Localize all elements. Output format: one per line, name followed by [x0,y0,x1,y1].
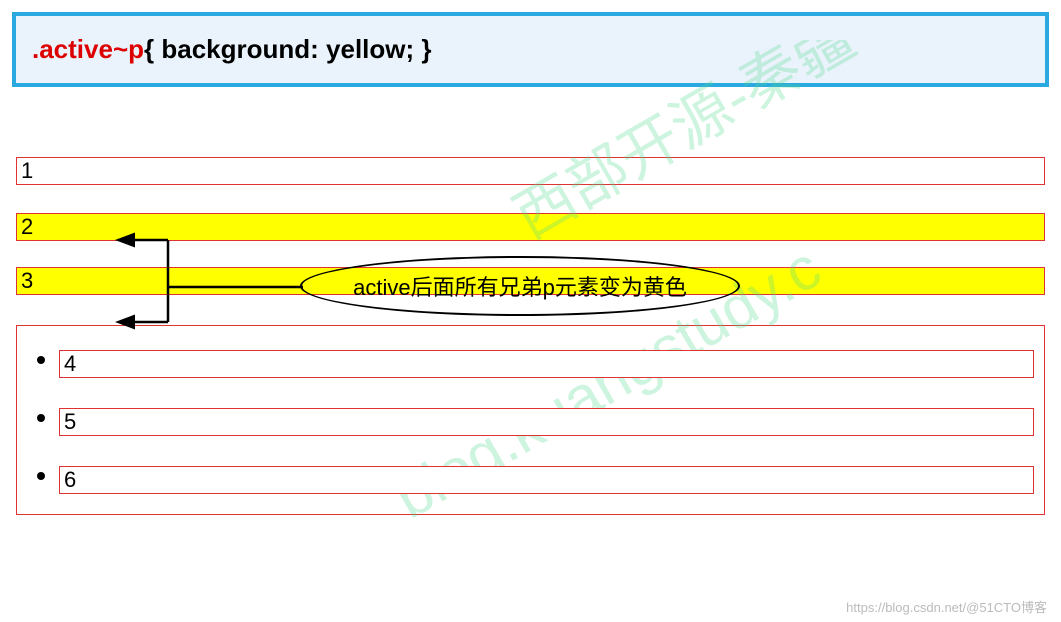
footer-watermark: https://blog.csdn.net/@51CTO博客 [846,597,1047,616]
bullet-icon [37,356,45,364]
bullet-icon [37,414,45,422]
annotation-text: active后面所有兄弟p元素变为黄色 [353,270,687,302]
list-item: 6 [59,466,1034,494]
bullet-icon [37,472,45,480]
css-declaration: { background: yellow; } [144,34,432,64]
list-paragraph-4: 4 [59,350,1034,378]
list-paragraph-6: 6 [59,466,1034,494]
css-code-box: .active~p{ background: yellow; } [12,12,1049,87]
annotation-bubble: active后面所有兄弟p元素变为黄色 [300,256,740,316]
list-container: 4 5 6 [16,325,1045,515]
list-item: 4 [59,350,1034,378]
css-selector: .active~p [32,34,144,64]
annotation-arrows [108,222,318,332]
list-paragraph-5: 5 [59,408,1034,436]
list-item: 5 [59,408,1034,436]
paragraph-1: 1 [16,157,1045,185]
demo-container: 1 2 3 4 5 6 [12,157,1049,515]
